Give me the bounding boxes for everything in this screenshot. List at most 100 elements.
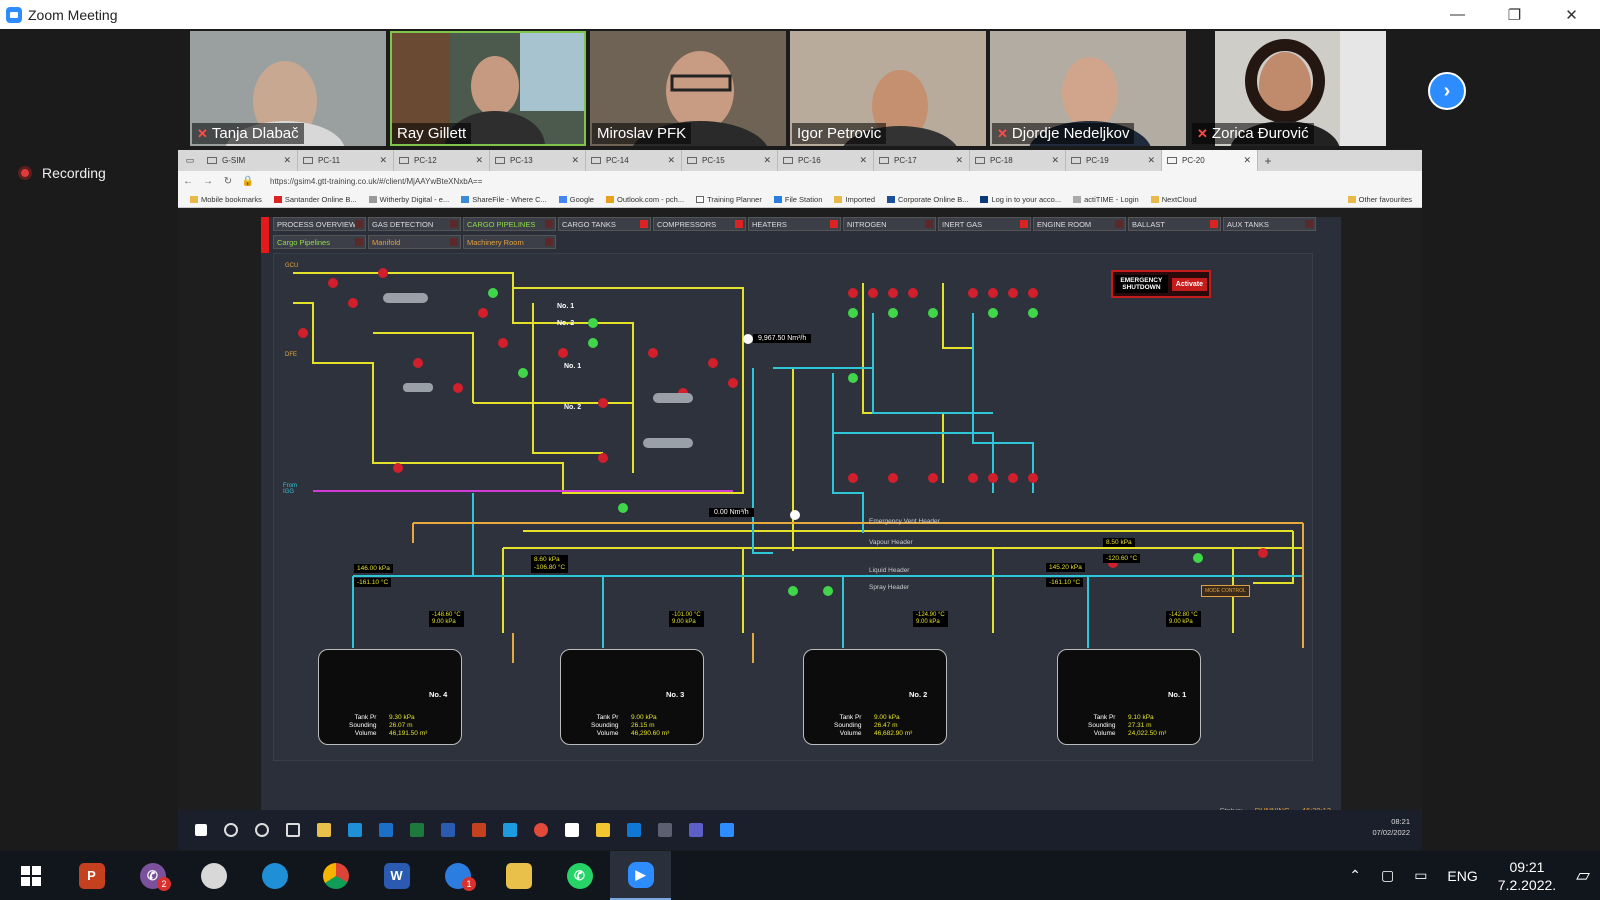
teams-icon[interactable] [689,823,703,837]
bookmark-item[interactable]: File Station [773,195,822,204]
language-indicator[interactable]: ENG [1447,868,1477,884]
cargo-tank[interactable]: No. 3 Tank Pr Sounding Volume 9.00 kPa 26.1… [560,649,704,745]
bookmark-item[interactable]: Outlook.com - pch... [605,195,684,204]
remote-desktop-icon[interactable] [658,823,672,837]
minimize-button[interactable]: — [1429,0,1486,29]
participant-tile[interactable]: Igor Petrovic [790,31,986,146]
edge-icon[interactable] [348,823,362,837]
system-clock[interactable]: 09:21 7.2.2022. [1498,858,1556,894]
close-tab-icon[interactable]: ✕ [283,155,291,166]
bookmark-item[interactable]: Log in to your acco... [980,195,1061,204]
word-icon[interactable] [441,823,455,837]
submenu-manifold[interactable]: Manifold [368,235,461,249]
taskbar-paint[interactable] [183,851,244,900]
taskbar-file-explorer[interactable] [488,851,549,900]
menu-cargo-pipelines[interactable]: CARGO PIPELINES [463,217,556,231]
taskbar-word[interactable]: W [366,851,427,900]
forward-icon[interactable]: → [198,176,218,187]
participant-tile[interactable]: ✕ Tanja Dlabač [190,31,386,146]
zoom-icon[interactable] [720,823,734,837]
security-icon[interactable] [565,823,579,837]
cargo-tank[interactable]: No. 1 Tank Pr Sounding Volume 9.10 kPa 27.3… [1057,649,1201,745]
excel-icon[interactable] [410,823,424,837]
menu-ballast[interactable]: BALLAST [1128,217,1221,231]
bookmark-item[interactable]: Witherby Digital - e... [368,195,449,204]
windows-start-icon[interactable] [195,824,207,836]
close-tab-icon[interactable]: ✕ [1147,155,1155,166]
search-icon[interactable] [224,823,238,837]
browser-tab-active[interactable]: PC-20 ✕ [1162,150,1258,171]
skype-business-icon[interactable] [627,823,641,837]
participant-tile-active-speaker[interactable]: Ray Gillett [390,31,586,146]
browser-tab[interactable]: PC-15 ✕ [682,150,778,171]
cortana-icon[interactable] [255,823,269,837]
bookmark-item[interactable]: Training Planner [696,195,762,204]
browser-tab[interactable]: PC-14 ✕ [586,150,682,171]
taskbar-edge[interactable] [244,851,305,900]
taskbar-zoom[interactable]: ▶ [610,851,671,900]
taskbar-chrome[interactable] [305,851,366,900]
bookmark-item[interactable]: actiTIME - Login [1073,195,1139,204]
taskbar-powerpoint[interactable]: P [61,851,122,900]
taskbar-thunderbird[interactable]: 1 [427,851,488,900]
browser-tab[interactable]: PC-13 ✕ [490,150,586,171]
bookmark-item[interactable]: Imported [834,195,875,204]
bookmark-item[interactable]: ShareFile - Where C... [461,195,547,204]
task-view-icon[interactable] [286,823,300,837]
taskbar-viber[interactable]: ✆ 2 [122,851,183,900]
submenu-cargo-pipelines[interactable]: Cargo Pipelines [273,235,366,249]
chrome-icon[interactable] [534,823,548,837]
close-tab-icon[interactable]: ✕ [379,155,387,166]
browser-tab[interactable]: PC-18 ✕ [970,150,1066,171]
bookmark-item[interactable]: Santander Online B... [273,195,357,204]
outlook-icon[interactable] [379,823,393,837]
menu-heaters[interactable]: HEATERS [748,217,841,231]
url-field[interactable]: https://gsim4.gtt-training.co.uk/#/clien… [270,177,482,186]
next-participants-button[interactable]: › [1428,72,1466,110]
menu-gas-detection[interactable]: GAS DETECTION [368,217,461,231]
new-tab-icon[interactable]: + [1258,154,1278,168]
taskbar-whatsapp[interactable]: ✆ [549,851,610,900]
maximize-button[interactable]: ❐ [1486,0,1543,29]
browser-tab[interactable]: G-SIM ✕ [202,150,298,171]
close-tab-icon[interactable]: ✕ [571,155,579,166]
cargo-tank[interactable]: No. 2 Tank Pr Sounding Volume 9.00 kPa 26.4… [803,649,947,745]
browser-tab[interactable]: PC-19 ✕ [1066,150,1162,171]
browser-tab[interactable]: PC-17 ✕ [874,150,970,171]
menu-compressors[interactable]: COMPRESSORS [653,217,746,231]
sticky-notes-icon[interactable] [596,823,610,837]
battery-icon[interactable]: ▭ [1414,867,1427,884]
powerpoint-icon[interactable] [472,823,486,837]
start-button[interactable] [0,851,61,900]
participant-tile[interactable]: ✕ Djordje Nedeljkov [990,31,1186,146]
close-tab-icon[interactable]: ✕ [763,155,771,166]
meet-now-icon[interactable]: ▢ [1381,867,1394,884]
close-tab-icon[interactable]: ✕ [1243,155,1251,166]
menu-engine-room[interactable]: ENGINE ROOM [1033,217,1126,231]
bookmark-item[interactable]: NextCloud [1150,195,1197,204]
recording-indicator[interactable]: Recording [18,165,106,181]
close-tab-icon[interactable]: ✕ [1051,155,1059,166]
menu-nitrogen[interactable]: NITROGEN [843,217,936,231]
browser-tab[interactable]: PC-16 ✕ [778,150,874,171]
browser-tab[interactable]: PC-11 ✕ [298,150,394,171]
file-explorer-icon[interactable] [317,823,331,837]
menu-process-overview[interactable]: PROCESS OVERVIEW [273,217,366,231]
bookmark-item[interactable]: Google [558,195,594,204]
notification-center-icon[interactable]: ▱ [1576,865,1590,886]
other-favourites[interactable]: Other favourites [1347,195,1412,204]
close-button[interactable]: ✕ [1543,0,1600,29]
refresh-icon[interactable]: ↻ [218,176,238,187]
back-icon[interactable]: ← [178,176,198,187]
chevron-up-icon[interactable]: ⌃ [1349,867,1361,884]
close-tab-icon[interactable]: ✕ [859,155,867,166]
bookmark-item[interactable]: Corporate Online B... [887,195,968,204]
bookmark-item[interactable]: Mobile bookmarks [190,195,262,204]
participant-tile[interactable]: ✕ Zorica Đurović [1190,31,1386,146]
close-tab-icon[interactable]: ✕ [955,155,963,166]
menu-cargo-tanks[interactable]: CARGO TANKS [558,217,651,231]
esd-activate-button[interactable]: Activate [1171,277,1207,291]
participant-tile[interactable]: Miroslav PFK [590,31,786,146]
browser-tab[interactable]: PC-12 ✕ [394,150,490,171]
submenu-machinery-room[interactable]: Machinery Room [463,235,556,249]
